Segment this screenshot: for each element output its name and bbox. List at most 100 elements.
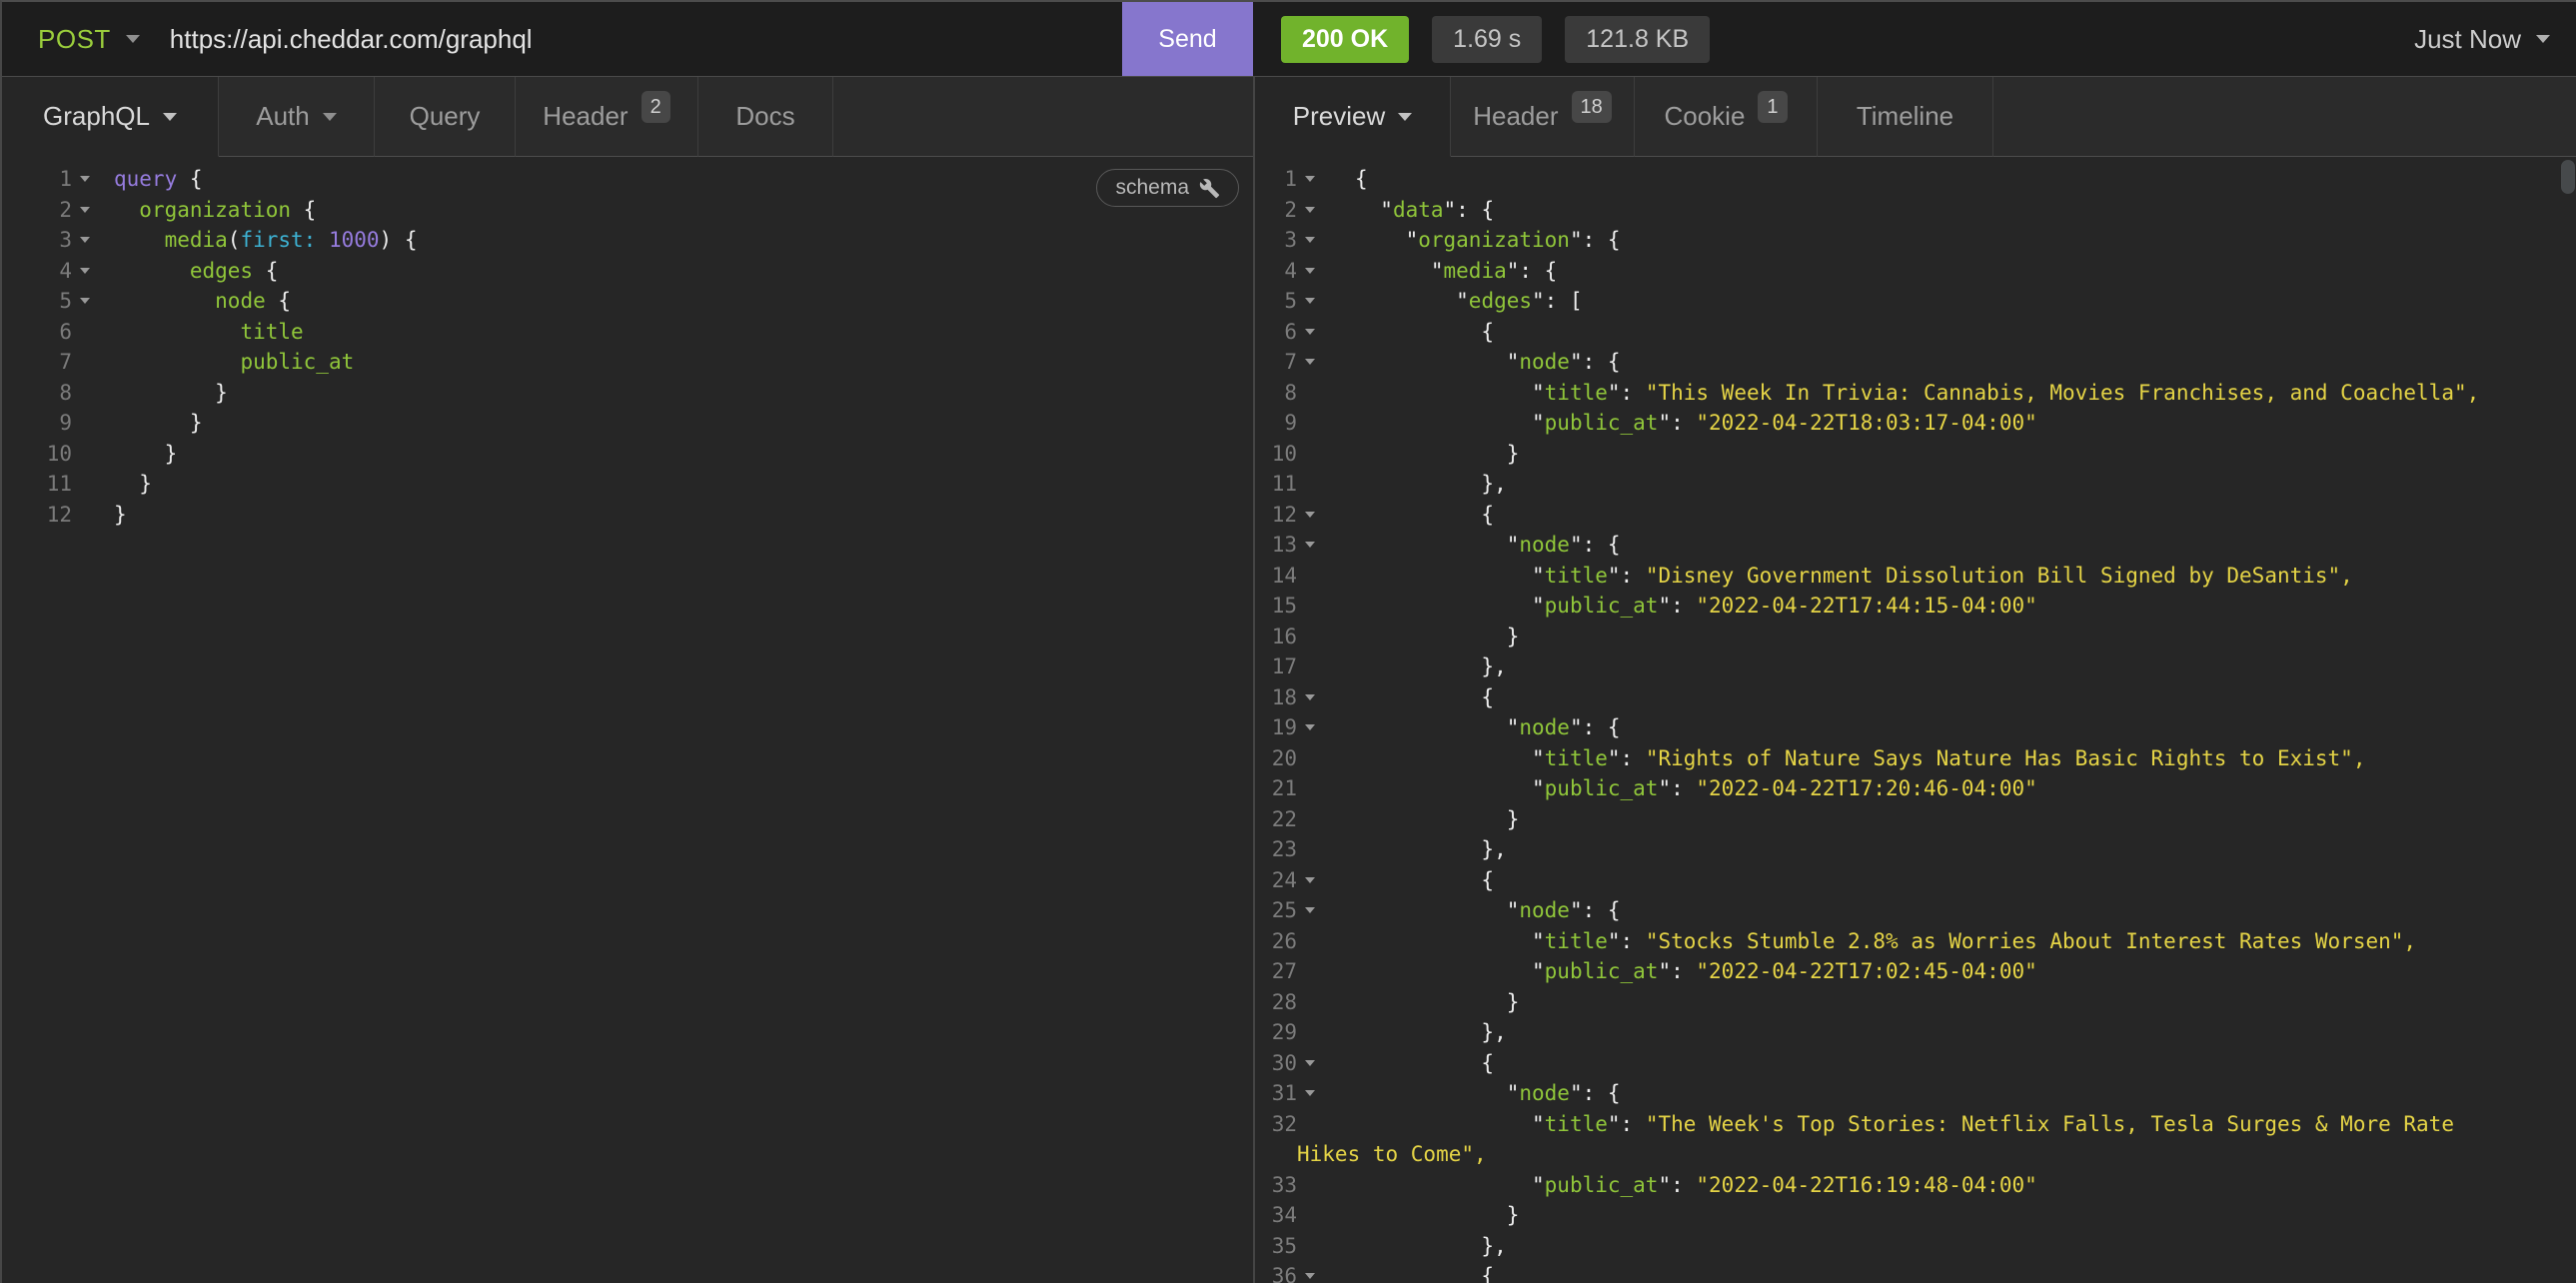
fold-toggle-icon[interactable]	[1305, 724, 1315, 730]
request-pane: GraphQL Auth Query Header 2 Docs	[2, 77, 1253, 1283]
code-line: 7 public_at	[2, 347, 1253, 378]
code-line: 3 media(first: 1000) {	[2, 225, 1253, 256]
code-line: 11 },	[1255, 469, 2576, 500]
gutter-fold-cell	[72, 176, 98, 182]
line-number: 35	[1255, 1234, 1297, 1258]
code-text: "title": "Stocks Stumble 2.8% as Worries…	[1355, 929, 2416, 953]
code-text: "data": {	[1355, 198, 1494, 222]
fold-toggle-icon[interactable]	[1305, 512, 1315, 518]
tab-query[interactable]: Query	[375, 77, 516, 157]
line-number: 2	[2, 198, 72, 222]
gutter-fold-cell	[1297, 542, 1323, 548]
line-number: 32	[1255, 1112, 1297, 1136]
fold-toggle-icon[interactable]	[1305, 1090, 1315, 1096]
code-text: {	[1355, 503, 1494, 527]
code-line: 2 organization {	[2, 195, 1253, 226]
gutter-fold-cell	[72, 207, 98, 213]
line-number: 2	[1255, 198, 1297, 222]
code-text: "node": {	[1355, 533, 1621, 557]
response-history-dropdown[interactable]: Just Now	[2414, 2, 2576, 76]
gutter-fold-cell	[1297, 877, 1323, 883]
code-line: 34 }	[1255, 1200, 2576, 1231]
line-number: 24	[1255, 868, 1297, 892]
fold-toggle-icon[interactable]	[1305, 907, 1315, 913]
tab-docs[interactable]: Docs	[698, 77, 833, 157]
fold-toggle-icon[interactable]	[80, 207, 90, 213]
tab-header[interactable]: Header 2	[516, 77, 698, 157]
scrollbar-thumb[interactable]	[2561, 160, 2575, 194]
line-number: 30	[1255, 1051, 1297, 1075]
code-text: }	[1355, 990, 1519, 1014]
tab-graphql-body[interactable]: GraphQL	[2, 77, 219, 157]
code-text: "organization": {	[1355, 228, 1621, 252]
fold-toggle-icon[interactable]	[80, 268, 90, 274]
line-number: 6	[2, 320, 72, 344]
fold-toggle-icon[interactable]	[1305, 298, 1315, 304]
code-line: 26 "title": "Stocks Stumble 2.8% as Worr…	[1255, 926, 2576, 957]
fold-toggle-icon[interactable]	[80, 176, 90, 182]
fold-toggle-icon[interactable]	[1305, 1273, 1315, 1279]
fold-toggle-icon[interactable]	[1305, 176, 1315, 182]
gutter-fold-cell	[1297, 359, 1323, 365]
tab-auth[interactable]: Auth	[219, 77, 375, 157]
code-line: 32 "title": "The Week's Top Stories: Net…	[1255, 1109, 2576, 1140]
code-line: 9 "public_at": "2022-04-22T18:03:17-04:0…	[1255, 408, 2576, 439]
response-json-viewer[interactable]: 1{2 "data": {3 "organization": {4 "media…	[1255, 157, 2576, 1283]
code-line: 6 title	[2, 317, 1253, 348]
line-number: 33	[1255, 1173, 1297, 1197]
fold-toggle-icon[interactable]	[1305, 542, 1315, 548]
line-number: 34	[1255, 1203, 1297, 1227]
chevron-down-icon	[323, 113, 337, 121]
code-line: 9 }	[2, 408, 1253, 439]
fold-toggle-icon[interactable]	[80, 237, 90, 243]
line-number: 1	[1255, 167, 1297, 191]
fold-toggle-icon[interactable]	[1305, 237, 1315, 243]
fold-toggle-icon[interactable]	[1305, 877, 1315, 883]
fold-toggle-icon[interactable]	[1305, 359, 1315, 365]
code-text: }	[114, 503, 127, 527]
code-line: 2 "data": {	[1255, 195, 2576, 226]
top-bar: POST https://api.cheddar.com/graphql Sen…	[2, 2, 2576, 77]
fold-toggle-icon[interactable]	[1305, 268, 1315, 274]
tab-cookie[interactable]: Cookie 1	[1635, 77, 1818, 157]
fold-toggle-icon[interactable]	[1305, 694, 1315, 700]
gutter-fold-cell	[1297, 176, 1323, 182]
gutter-fold-cell	[72, 237, 98, 243]
method-dropdown[interactable]: POST	[2, 2, 140, 76]
fold-toggle-icon[interactable]	[1305, 207, 1315, 213]
code-line: 15 "public_at": "2022-04-22T17:44:15-04:…	[1255, 591, 2576, 622]
tab-preview-body[interactable]: Preview	[1255, 77, 1451, 157]
line-number: 6	[1255, 320, 1297, 344]
schema-button[interactable]: schema	[1096, 169, 1239, 207]
code-line-wrap: Hikes to Come",	[1255, 1139, 2576, 1170]
code-line: 19 "node": {	[1255, 712, 2576, 743]
code-text: "node": {	[1355, 350, 1621, 374]
line-number: 8	[2, 381, 72, 405]
tab-timeline[interactable]: Timeline	[1818, 77, 1993, 157]
code-text: },	[1355, 1234, 1507, 1258]
code-line: 17 },	[1255, 651, 2576, 682]
fold-toggle-icon[interactable]	[1305, 329, 1315, 335]
header-count-badge: 18	[1572, 91, 1612, 123]
tabbar-filler	[1993, 77, 2576, 157]
code-line: 12 {	[1255, 500, 2576, 531]
code-line: 27 "public_at": "2022-04-22T17:02:45-04:…	[1255, 956, 2576, 987]
fold-toggle-icon[interactable]	[80, 298, 90, 304]
time-badge: 1.69 s	[1432, 16, 1542, 63]
send-button[interactable]: Send	[1122, 2, 1253, 76]
code-text: }	[1355, 807, 1519, 831]
tab-label: Header	[543, 101, 628, 132]
code-text: {	[1355, 1051, 1494, 1075]
url-input[interactable]: https://api.cheddar.com/graphql	[170, 24, 1122, 55]
response-tabbar: Preview Header 18 Cookie 1 Timeline	[1255, 77, 2576, 157]
gutter-fold-cell	[1297, 329, 1323, 335]
fold-toggle-icon[interactable]	[1305, 1060, 1315, 1066]
line-number: 16	[1255, 625, 1297, 648]
tab-response-header[interactable]: Header 18	[1451, 77, 1635, 157]
code-text: }	[114, 472, 152, 496]
code-text: },	[1355, 654, 1507, 678]
graphql-query-editor[interactable]: schema 1query {2 organization {3 media(f…	[2, 157, 1253, 1283]
tab-label: Timeline	[1857, 101, 1953, 132]
line-number: 15	[1255, 594, 1297, 618]
cookie-count-badge: 1	[1758, 91, 1787, 123]
